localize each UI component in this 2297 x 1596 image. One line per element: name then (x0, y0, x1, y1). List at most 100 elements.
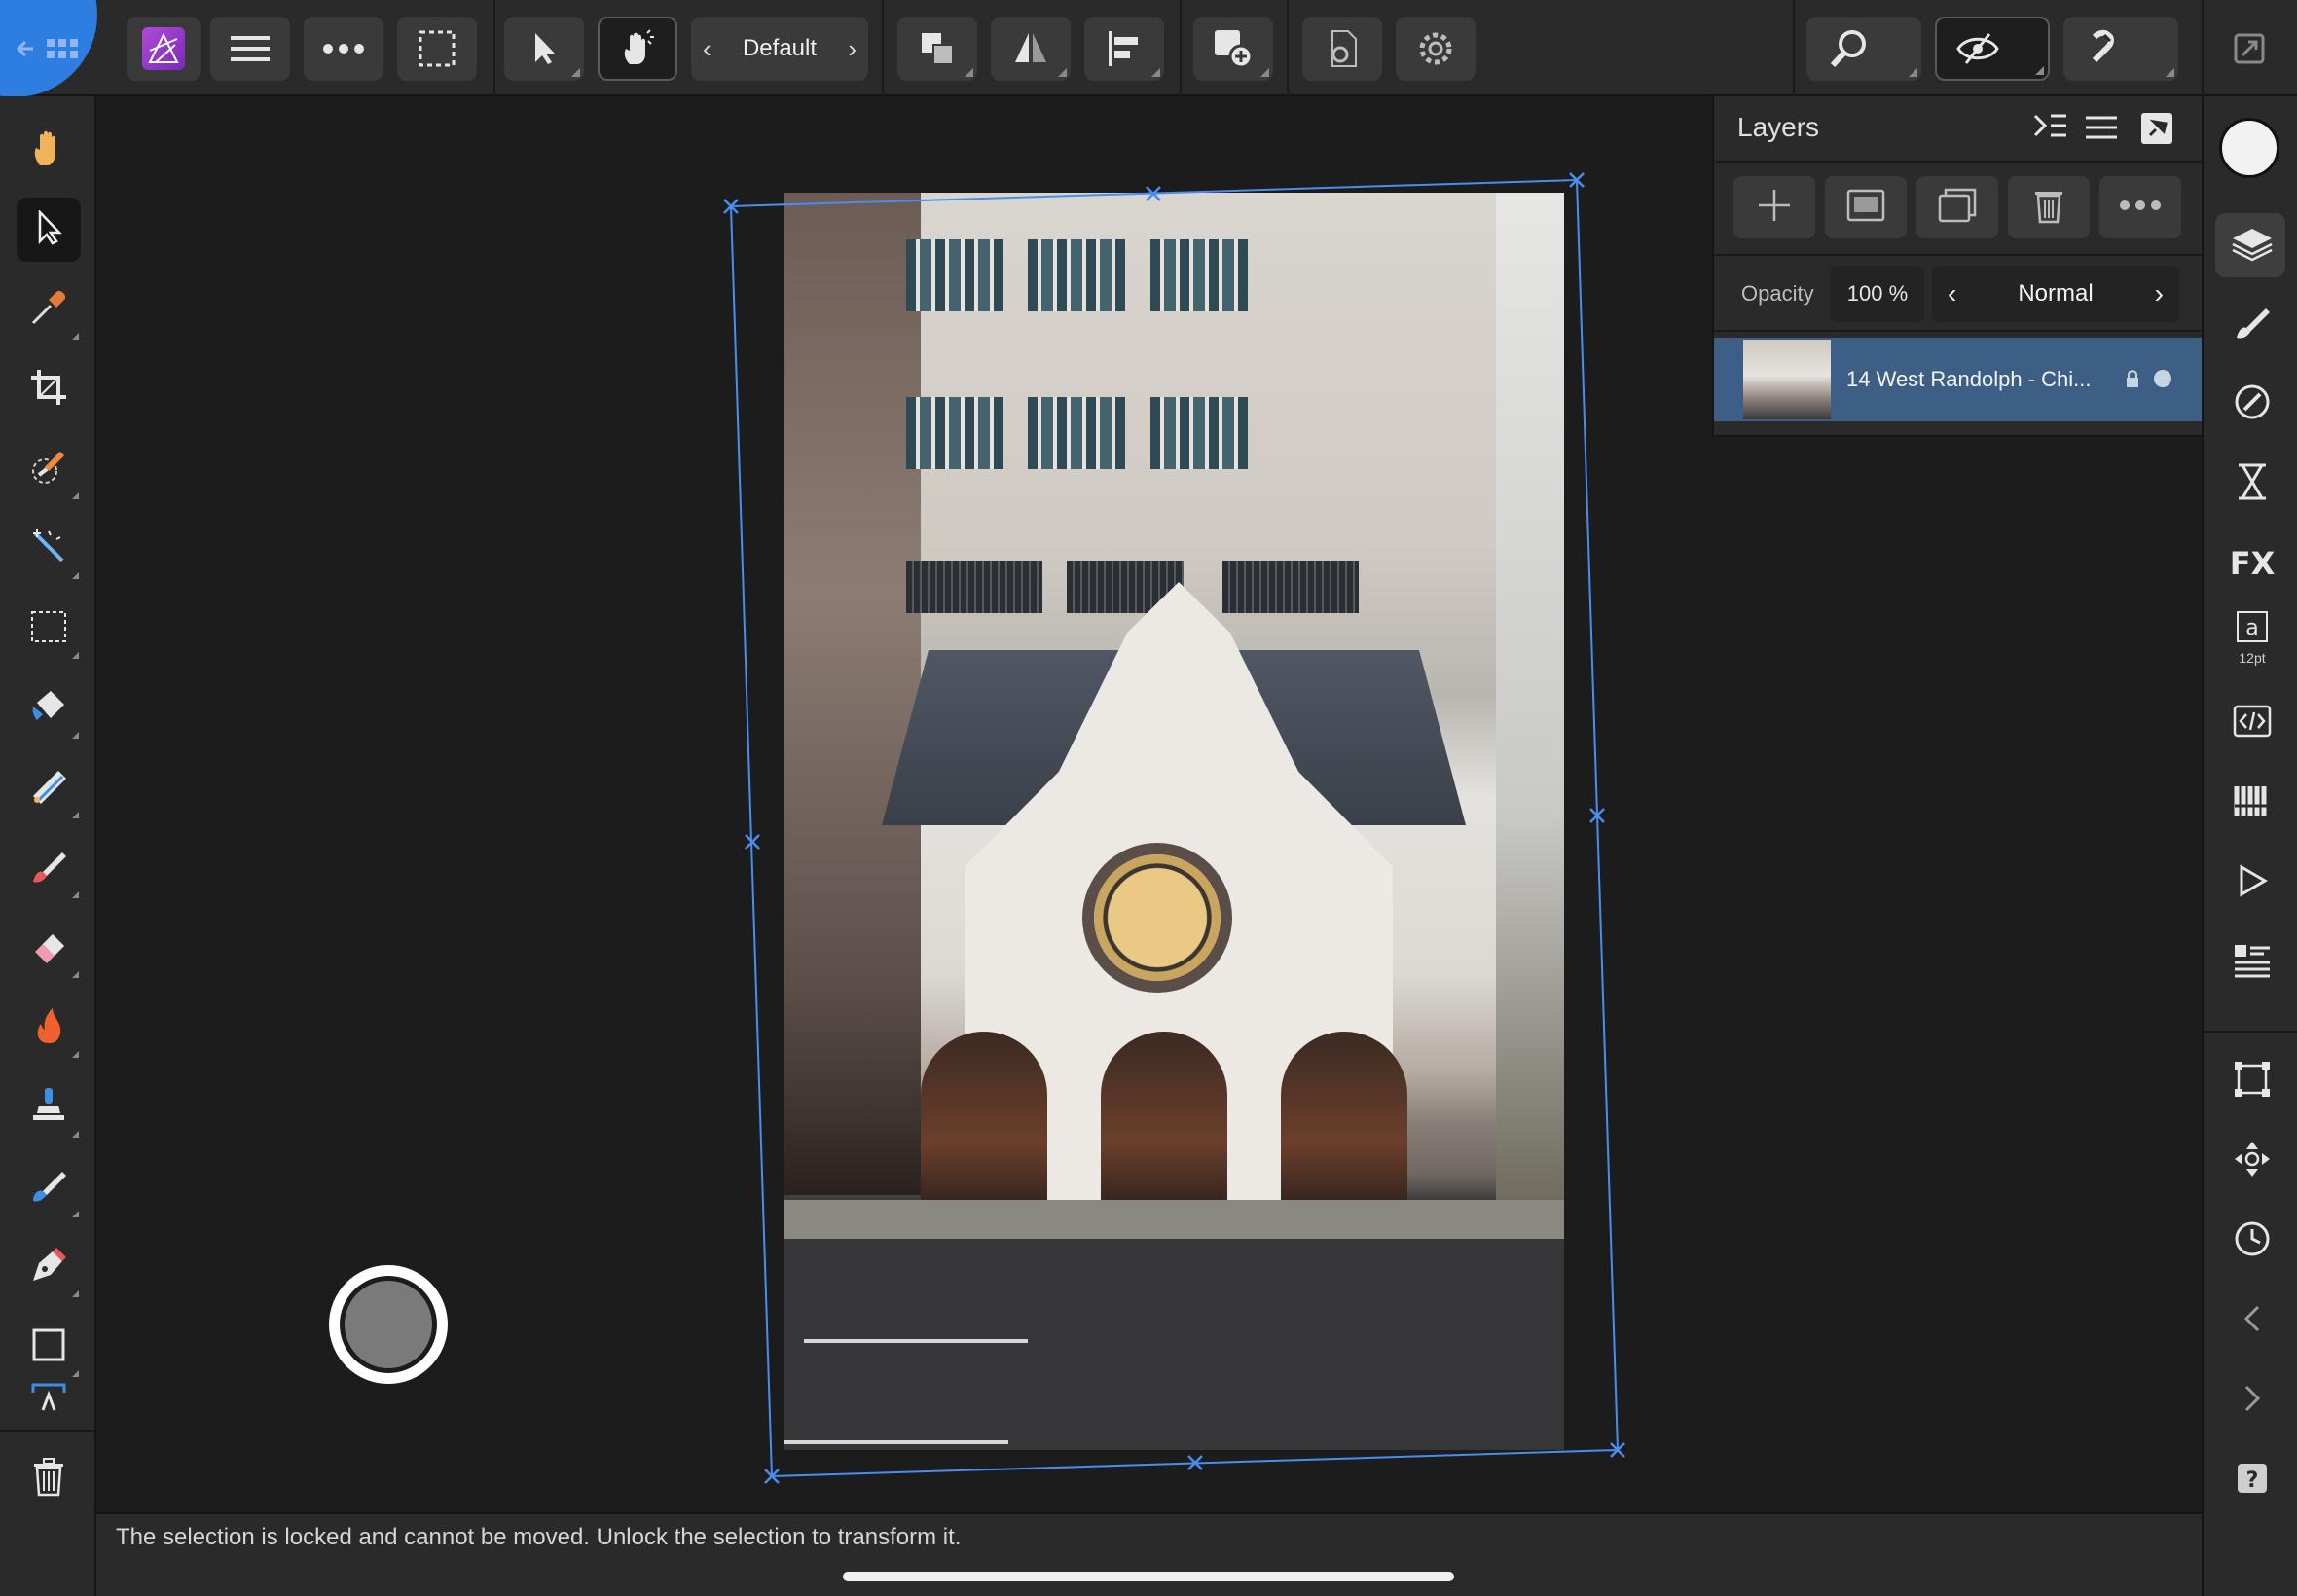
more-button[interactable] (304, 17, 383, 81)
duplicate-layer-button[interactable] (1916, 176, 1998, 238)
history-timer-button[interactable] (2225, 1214, 2279, 1268)
dropdown-corner-icon (72, 492, 79, 499)
info-studio-button[interactable] (2225, 935, 2279, 990)
opacity-label: Opacity (1741, 281, 1814, 306)
dropdown-corner-icon (72, 652, 79, 659)
adjustments-studio-button[interactable] (2225, 377, 2279, 431)
marquee-tool[interactable] (17, 597, 81, 661)
layer-options-button[interactable] (2099, 176, 2181, 238)
chevron-left-icon[interactable]: ‹ (703, 34, 711, 64)
add-mask-button[interactable] (1825, 176, 1907, 238)
brushes-studio-button[interactable] (2225, 297, 2279, 351)
fullscreen-button[interactable] (2219, 17, 2279, 81)
gradient-icon (29, 767, 68, 811)
magic-wand-icon (29, 527, 68, 571)
dropdown-corner-icon (72, 572, 79, 579)
swatches-studio-button[interactable] (2225, 776, 2279, 830)
fx-icon: FX (2229, 545, 2276, 582)
opacity-field[interactable]: 100 % (1831, 266, 1924, 322)
toolbar-divider (1287, 0, 1289, 96)
duplicate-icon (1938, 188, 1977, 228)
snapshot-button[interactable] (329, 1265, 448, 1384)
home-indicator[interactable] (843, 1572, 1454, 1581)
chevron-right-icon[interactable]: › (2155, 278, 2164, 309)
color-picker-tool[interactable] (17, 277, 81, 342)
preset-selector[interactable]: ‹ Default › (691, 17, 868, 81)
settings-button[interactable] (1396, 17, 1476, 81)
back-arrow-icon[interactable] (16, 29, 84, 73)
layers-studio-button[interactable] (2225, 219, 2279, 273)
paint-brush-tool[interactable] (17, 836, 81, 900)
dropdown-corner-icon (1151, 68, 1160, 77)
align-button[interactable] (1084, 17, 1164, 81)
arrange-button[interactable] (897, 17, 977, 81)
blend-mode-selector[interactable]: ‹ Normal › (1932, 266, 2179, 322)
move-tool[interactable] (17, 198, 81, 262)
eraser-icon (29, 926, 68, 970)
photo-arch (1101, 1032, 1227, 1216)
pin-icon[interactable] (2140, 112, 2173, 150)
crop-tool[interactable] (17, 357, 81, 421)
visibility-dot-icon[interactable] (2154, 370, 2171, 387)
svg-text:a: a (2245, 616, 2258, 640)
text-tool[interactable] (17, 1383, 81, 1414)
layer-name: 14 West Randolph - Chi... (1846, 367, 2092, 391)
text-styles-studio-button[interactable]: a 12pt (2225, 610, 2279, 666)
move-tool-button[interactable] (504, 17, 584, 81)
color-well[interactable] (2219, 118, 2279, 178)
effects-studio-button[interactable]: FX (2225, 536, 2279, 591)
scripts-studio-button[interactable] (2225, 696, 2279, 750)
layer-row[interactable]: 14 West Randolph - Chi... (1714, 338, 2202, 421)
insert-button[interactable] (1193, 17, 1273, 81)
delete-tool[interactable] (17, 1447, 81, 1511)
gesture-button[interactable] (598, 17, 677, 81)
smudge-tool[interactable] (17, 1155, 81, 1219)
chevron-left-icon[interactable]: ‹ (1948, 278, 1956, 309)
photo-layer-image[interactable] (784, 193, 1564, 1450)
collapse-panel-icon[interactable] (2033, 112, 2068, 148)
undo-button[interactable] (2225, 1293, 2279, 1348)
erase-tool[interactable] (17, 916, 81, 980)
photo-clock (1094, 854, 1221, 981)
navigator-studio-button[interactable] (2225, 1134, 2279, 1188)
dodge-tool[interactable] (17, 996, 81, 1060)
studio-divider (2204, 1031, 2297, 1033)
photo-sidewalk (784, 1200, 1564, 1239)
flood-select-tool[interactable] (17, 517, 81, 581)
zoom-button[interactable] (1806, 17, 1921, 81)
toolbar-divider (1793, 0, 1795, 96)
add-object-icon (1213, 28, 1254, 69)
view-tool[interactable] (17, 118, 81, 182)
arrange-icon (918, 29, 957, 68)
macros-studio-button[interactable] (2225, 855, 2279, 910)
dropdown-corner-icon (72, 1051, 79, 1058)
brush-icon (2233, 303, 2272, 346)
document-setup-button[interactable] (1302, 17, 1382, 81)
history-studio-button[interactable] (2225, 456, 2279, 511)
add-layer-button[interactable] (1733, 176, 1815, 238)
delete-layer-button[interactable] (2008, 176, 2090, 238)
selection-brush-tool[interactable] (17, 437, 81, 501)
hourglass-icon (2236, 462, 2269, 506)
help-button[interactable]: ? (2225, 1453, 2279, 1507)
transform-studio-button[interactable] (2225, 1054, 2279, 1108)
snapping-button[interactable] (2063, 17, 2178, 81)
view-mode-button[interactable] (1935, 17, 2050, 81)
redo-button[interactable] (2225, 1373, 2279, 1428)
photo-persona-button[interactable] (127, 17, 201, 81)
flood-fill-tool[interactable] (17, 676, 81, 741)
chevron-right-icon[interactable]: › (848, 34, 857, 64)
dropdown-corner-icon (72, 812, 79, 818)
clone-tool[interactable] (17, 1075, 81, 1140)
play-icon (2236, 863, 2269, 902)
flip-button[interactable] (991, 17, 1071, 81)
selection-mode-button[interactable] (397, 17, 477, 81)
lock-icon[interactable] (2125, 369, 2140, 393)
rectangle-tool[interactable] (17, 1315, 81, 1379)
pen-tool[interactable] (17, 1235, 81, 1299)
panel-menu-icon[interactable] (2084, 112, 2119, 148)
gradient-tool[interactable] (17, 756, 81, 820)
move-arrows-icon (2233, 1140, 2272, 1183)
menu-button[interactable] (210, 17, 290, 81)
photo-arch (921, 1032, 1047, 1216)
